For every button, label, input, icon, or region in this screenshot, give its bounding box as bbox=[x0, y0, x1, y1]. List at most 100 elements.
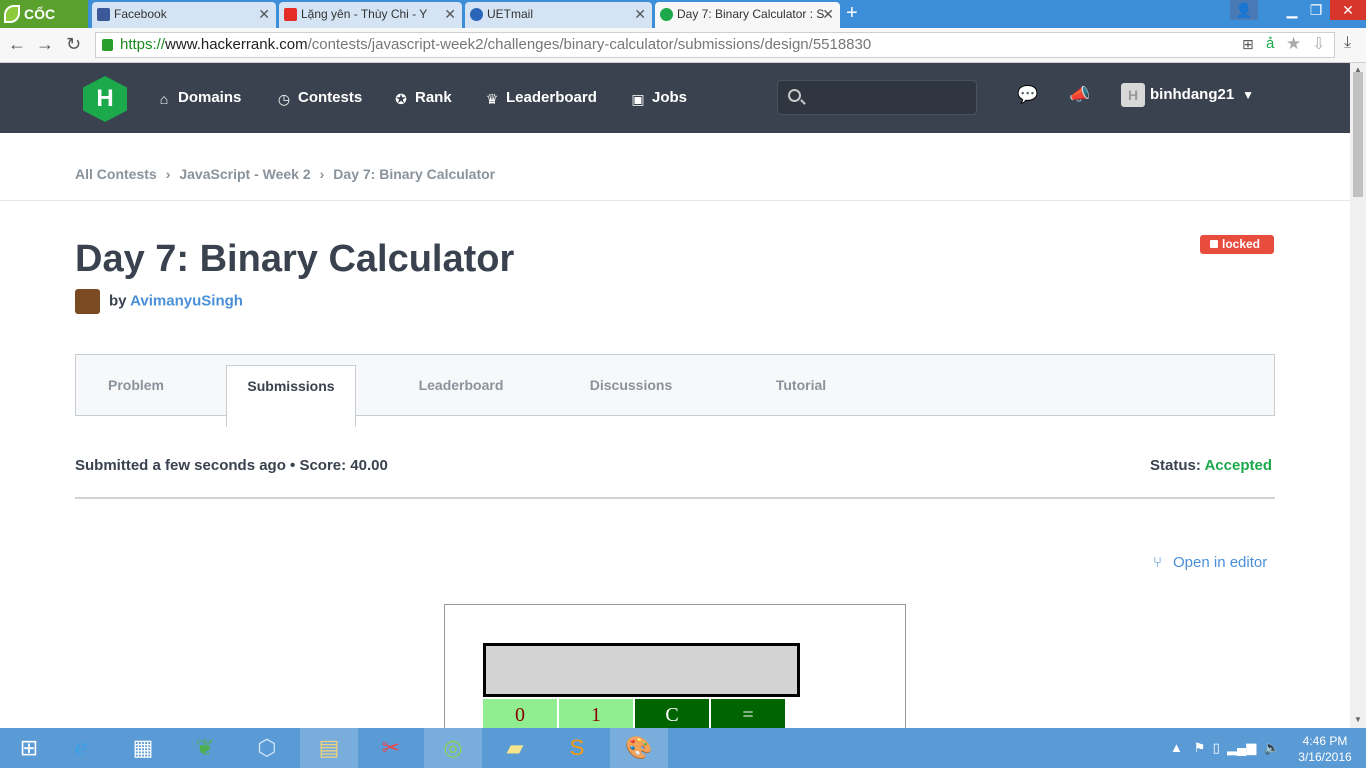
parrot-app-icon[interactable]: ❦ bbox=[176, 728, 234, 768]
close-tab-icon[interactable]: ✕ bbox=[258, 2, 270, 26]
page-scrollbar[interactable]: ▲ ▼ bbox=[1350, 63, 1366, 728]
trophy-icon: ♛ bbox=[485, 91, 499, 107]
nav-domains[interactable]: ⌂ Domains bbox=[156, 89, 242, 107]
nav-leaderboard[interactable]: ♛ Leaderboard bbox=[484, 89, 597, 107]
tab-leaderboard[interactable]: Leaderboard bbox=[396, 355, 526, 415]
paint-icon[interactable]: 🎨 bbox=[610, 728, 668, 768]
close-tab-icon[interactable]: ✕ bbox=[444, 2, 456, 26]
submission-preview: 0 1 C = bbox=[444, 604, 906, 734]
search-input[interactable] bbox=[777, 80, 977, 115]
hackerrank-logo[interactable]: H bbox=[83, 76, 127, 122]
breadcrumb-all-contests[interactable]: All Contests bbox=[75, 166, 157, 182]
snipping-tool-icon[interactable]: ✂ bbox=[362, 728, 420, 768]
user-menu[interactable]: Hbinhdang21 ▼ bbox=[1121, 83, 1254, 109]
home-icon: ⌂ bbox=[159, 91, 169, 107]
volume-icon[interactable]: 🔈 bbox=[1263, 740, 1279, 755]
maximize-icon[interactable]: ❐ bbox=[1302, 0, 1330, 20]
open-in-editor-link[interactable]: ⑂ Open in editor bbox=[1153, 554, 1267, 571]
nav-contests[interactable]: ◷ Contests bbox=[276, 89, 362, 107]
submission-status: Status: Accepted bbox=[1150, 457, 1272, 474]
reload-icon[interactable]: ↻ bbox=[66, 34, 81, 55]
clock-date: 3/16/2016 bbox=[1298, 750, 1352, 764]
save-page-icon[interactable]: ⇩ bbox=[1312, 34, 1325, 54]
nav-jobs-label: Jobs bbox=[652, 89, 688, 106]
bookmark-star-icon[interactable]: ★ bbox=[1286, 34, 1301, 54]
power-icon[interactable]: ▯ bbox=[1213, 740, 1220, 755]
browser-tab-facebook[interactable]: Facebook ✕ bbox=[92, 2, 276, 28]
scroll-down-icon[interactable]: ▼ bbox=[1354, 715, 1362, 724]
chevron-right-icon: › bbox=[319, 166, 325, 182]
submission-info: Submitted a few seconds ago • Score: 40.… bbox=[75, 457, 388, 474]
breadcrumb: All Contests › JavaScript - Week 2 › Day 7: … bbox=[75, 166, 495, 182]
browser-tab-hackerrank[interactable]: Day 7: Binary Calculator : S ✕ bbox=[655, 2, 840, 28]
clock-icon: ◷ bbox=[277, 91, 291, 107]
scrollbar-thumb[interactable] bbox=[1353, 72, 1363, 197]
status-label: Status: bbox=[1150, 457, 1201, 474]
author-by-label: by bbox=[109, 292, 127, 310]
challenge-author: by AvimanyuSingh bbox=[75, 289, 243, 314]
breadcrumb-contest[interactable]: JavaScript - Week 2 bbox=[179, 166, 310, 182]
author-avatar bbox=[75, 289, 100, 314]
briefcase-icon: ▣ bbox=[631, 91, 645, 107]
tab-submissions[interactable]: Submissions bbox=[226, 365, 356, 427]
nav-jobs[interactable]: ▣ Jobs bbox=[630, 89, 687, 107]
windows-start-icon[interactable]: ⊞ bbox=[0, 728, 58, 768]
author-link[interactable]: AvimanyuSingh bbox=[130, 292, 243, 309]
close-window-icon[interactable]: ✕ bbox=[1330, 0, 1366, 20]
sticky-notes-icon[interactable]: ▰ bbox=[486, 728, 544, 768]
back-icon[interactable]: ← bbox=[8, 34, 26, 55]
secure-lock-icon bbox=[102, 39, 113, 51]
chevron-right-icon: › bbox=[165, 166, 171, 182]
breadcrumb-challenge[interactable]: Day 7: Binary Calculator bbox=[333, 166, 495, 182]
divider bbox=[75, 497, 1275, 499]
locked-badge: locked bbox=[1200, 235, 1274, 254]
facebook-icon bbox=[97, 8, 110, 21]
tray-expand-icon[interactable]: ▲ bbox=[1170, 740, 1183, 755]
browser-tab-youtube[interactable]: Lặng yên - Thùy Chi - Y ✕ bbox=[279, 2, 462, 28]
lock-icon bbox=[1210, 240, 1218, 248]
browser-tab-label: Day 7: Binary Calculator : S bbox=[677, 7, 825, 21]
notifications-icon[interactable]: 📣 bbox=[1069, 85, 1090, 105]
forward-icon[interactable]: → bbox=[36, 34, 54, 55]
virtualbox-icon[interactable]: ⬡ bbox=[238, 728, 296, 768]
tab-tutorial[interactable]: Tutorial bbox=[736, 355, 866, 415]
status-badge: Accepted bbox=[1204, 457, 1272, 474]
url-path: /contests/javascript-week2/challenges/bi… bbox=[307, 36, 872, 53]
internet-explorer-icon[interactable]: ℯ bbox=[52, 728, 110, 768]
username: binhdang21 bbox=[1150, 86, 1235, 103]
browser-tab-uetmail[interactable]: UETmail ✕ bbox=[465, 2, 652, 28]
nav-rank[interactable]: ✪ Rank bbox=[393, 89, 452, 107]
browser-tab-label: Facebook bbox=[114, 7, 167, 21]
locked-badge-label: locked bbox=[1222, 237, 1261, 251]
network-icon[interactable]: ▂▄▆ bbox=[1227, 740, 1256, 755]
nav-domains-label: Domains bbox=[178, 89, 242, 106]
site-header: H ⌂ Domains ◷ Contests ✪ Rank ♛ Leaderboard … bbox=[0, 63, 1350, 133]
action-center-icon[interactable]: ⚑ bbox=[1194, 740, 1206, 755]
url-host: www.hackerrank.com bbox=[165, 36, 308, 53]
translate-icon[interactable]: ⊞ bbox=[1242, 36, 1254, 53]
open-in-editor-label: Open in editor bbox=[1173, 554, 1268, 571]
messages-icon[interactable]: 💬 bbox=[1017, 85, 1038, 105]
search-icon bbox=[788, 89, 801, 102]
tab-problem[interactable]: Problem bbox=[76, 355, 196, 415]
new-tab-icon[interactable]: + bbox=[846, 3, 858, 23]
nav-contests-label: Contests bbox=[298, 89, 363, 106]
url-field[interactable]: https://www.hackerrank.com/contests/java… bbox=[95, 32, 1335, 58]
tab-discussions[interactable]: Discussions bbox=[566, 355, 696, 415]
profile-icon[interactable]: 👤 bbox=[1230, 0, 1258, 20]
uetmail-icon bbox=[470, 8, 483, 21]
browser-brand[interactable]: CỐC CỐC bbox=[0, 0, 88, 50]
taskbar-clock[interactable]: 4:46 PM 3/16/2016 bbox=[1290, 733, 1360, 765]
system-tray: ▲ ⚑ ▯ ▂▄▆ 🔈 bbox=[1170, 740, 1280, 756]
medal-icon: ✪ bbox=[395, 91, 407, 107]
unikey-icon[interactable]: ▦ bbox=[114, 728, 172, 768]
download-icon[interactable]: ⤓ bbox=[1344, 34, 1351, 52]
close-tab-icon[interactable]: ✕ bbox=[822, 2, 834, 26]
address-bar: ← → ↻ https://www.hackerrank.com/contest… bbox=[0, 28, 1366, 63]
sublime-text-icon[interactable]: S bbox=[548, 728, 606, 768]
coccoc-browser-icon[interactable]: ◎ bbox=[424, 728, 482, 768]
close-tab-icon[interactable]: ✕ bbox=[634, 2, 646, 26]
spellcheck-icon[interactable]: ả bbox=[1266, 35, 1274, 52]
browser-tab-label: UETmail bbox=[487, 7, 534, 21]
file-explorer-icon[interactable]: ▤ bbox=[300, 728, 358, 768]
